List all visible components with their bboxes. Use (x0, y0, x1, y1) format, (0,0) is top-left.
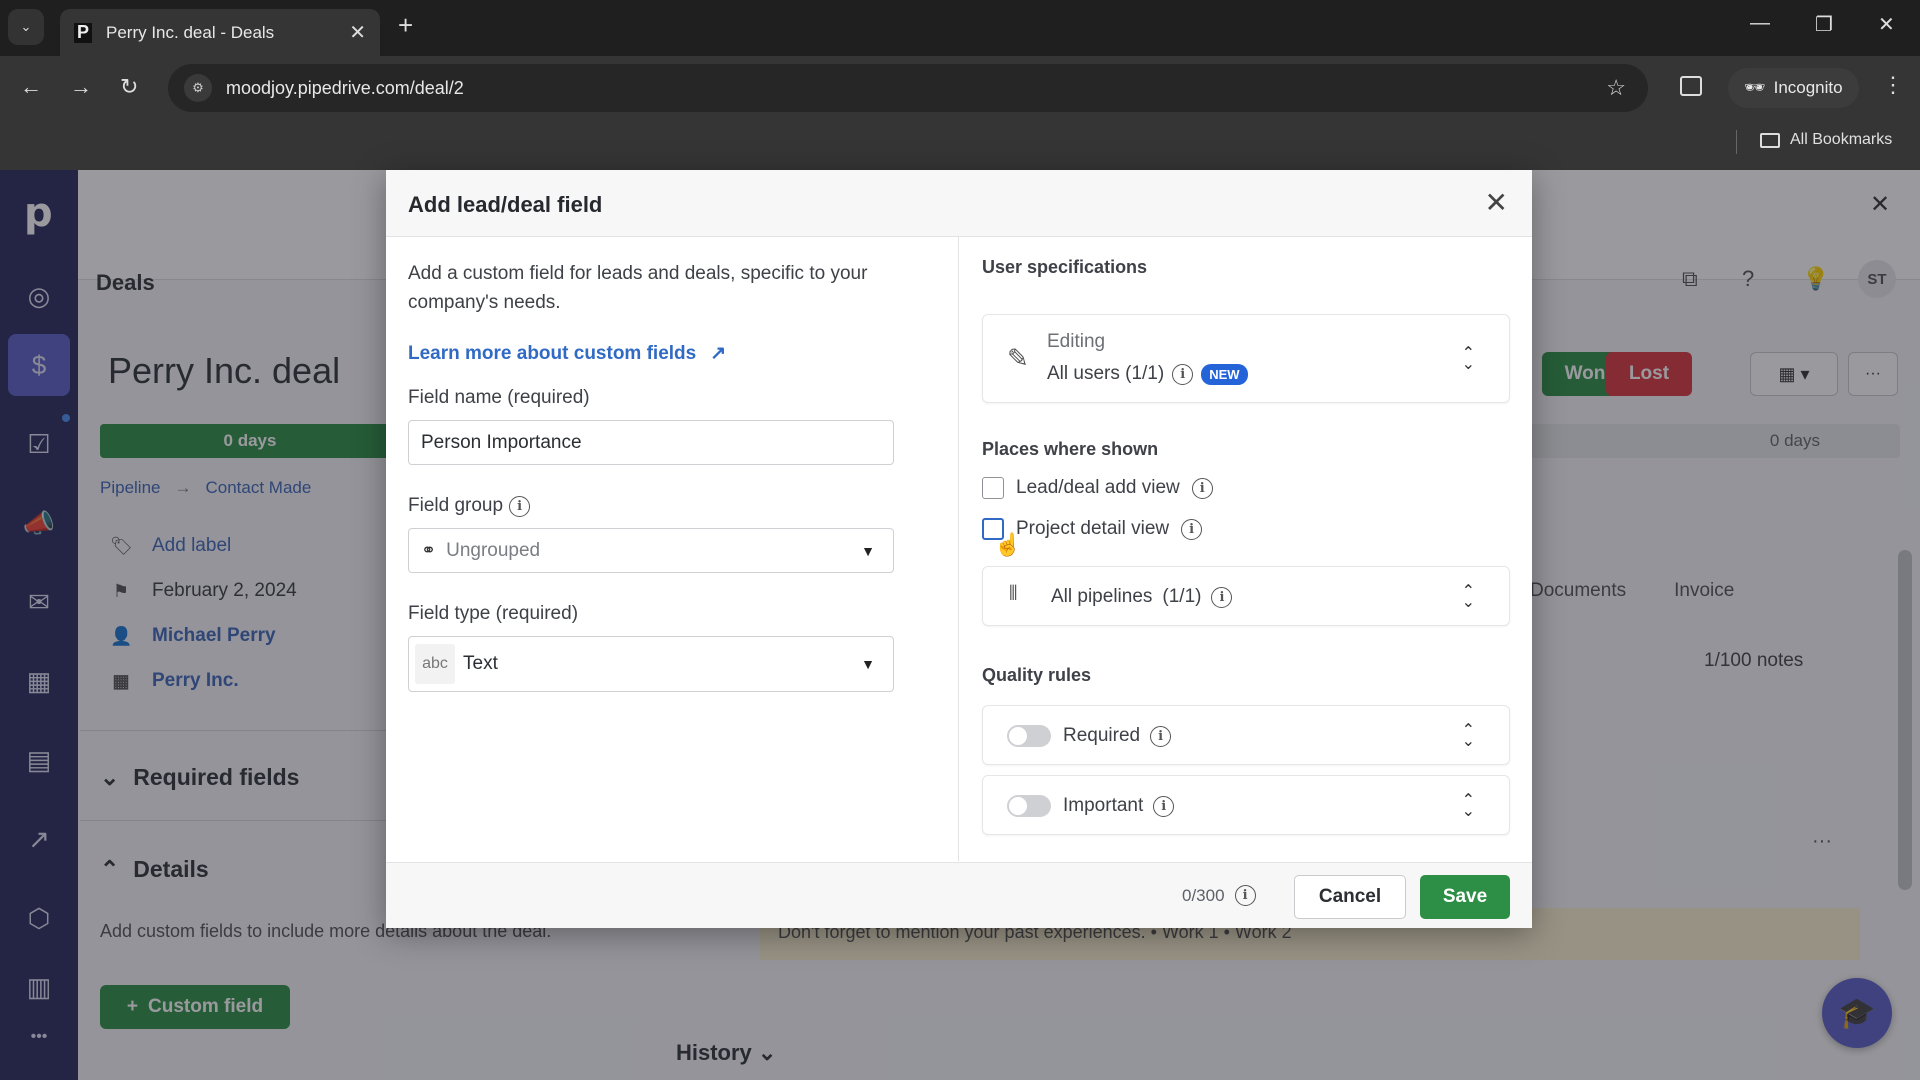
editing-value: All users (1/1) (1047, 363, 1165, 384)
browser-menu-icon[interactable]: ⋮ (1882, 72, 1904, 98)
important-toggle[interactable] (1007, 795, 1051, 817)
modal-title: Add lead/deal field (408, 192, 603, 217)
expand-collapse-icon[interactable]: ⌃ ⌄ (1462, 345, 1475, 372)
rule-row: Important i (1063, 795, 1175, 817)
rule-label: Important (1063, 795, 1144, 816)
bookmarks-bar (0, 118, 1920, 170)
field-name-value: Person Importance (421, 431, 582, 453)
new-badge: NEW (1201, 363, 1248, 385)
forward-icon[interactable]: → (70, 74, 92, 100)
incognito-icon: 🕶 (1744, 78, 1766, 97)
field-type-select[interactable]: abc Text ▼ (408, 636, 894, 692)
expand-collapse-icon[interactable]: ⌃ ⌄ (1462, 792, 1475, 819)
user-specifications-heading: User specifications (982, 257, 1148, 277)
rule-label: Required (1063, 725, 1141, 746)
browser-tabstrip: ⌄ P Perry Inc. deal - Deals ✕ + — ❐ ✕ (0, 0, 1920, 56)
pipeline-icon: ⫴ (1009, 583, 1018, 605)
field-group-label: Field group i (408, 495, 531, 517)
pipelines-count: (1/1) (1162, 586, 1202, 607)
pencil-icon: ✎ (1007, 343, 1029, 373)
field-type-label: Field type (required) (408, 603, 578, 625)
pipelines-row: All pipelines (1/1) i (1051, 586, 1233, 608)
learn-more-link[interactable]: Learn more about custom fields ↗ (408, 342, 726, 365)
counter-value: 0/300 (1182, 885, 1225, 905)
folder-icon (1760, 132, 1780, 148)
field-group-select[interactable]: ⚭ Ungrouped ▼ (408, 528, 894, 573)
rule-required-card[interactable]: Required i ⌃ ⌄ (982, 705, 1510, 765)
save-button[interactable]: Save (1420, 875, 1510, 919)
field-type-value: Text (463, 653, 498, 674)
field-group-label-text: Field group (408, 495, 504, 516)
modal-header: Add lead/deal field ✕ (386, 170, 1532, 237)
rule-row: Required i (1063, 725, 1172, 747)
window-close-icon[interactable]: ✕ (1878, 12, 1895, 37)
side-panel-icon[interactable] (1680, 76, 1702, 96)
site-settings-icon[interactable]: ⚙ (184, 74, 212, 102)
rule-important-card[interactable]: Important i ⌃ ⌄ (982, 775, 1510, 835)
minimize-icon[interactable]: — (1750, 12, 1770, 35)
bookmarks-divider (1736, 130, 1737, 154)
info-icon[interactable]: i (1191, 477, 1213, 499)
field-group-value: Ungrouped (446, 539, 541, 561)
text-type-icon: abc (415, 644, 455, 684)
info-icon[interactable]: i (1211, 586, 1233, 608)
tab-search-button[interactable]: ⌄ (8, 9, 44, 45)
place-option-project-detail-view[interactable]: Project detail view i ☝ (982, 518, 1203, 557)
info-icon[interactable]: i (509, 495, 531, 517)
info-icon[interactable]: i (1150, 725, 1172, 747)
cancel-button[interactable]: Cancel (1294, 875, 1406, 919)
checkbox[interactable] (982, 477, 1004, 499)
close-icon[interactable]: ✕ (1485, 186, 1508, 219)
editing-label: Editing (1047, 331, 1106, 352)
info-icon[interactable]: i (1172, 363, 1194, 385)
incognito-label: Incognito (1773, 78, 1843, 97)
quality-rules-heading: Quality rules (982, 665, 1092, 685)
place-option-lead-deal-add-view[interactable]: Lead/deal add view i (982, 477, 1213, 499)
caret-down-icon: ▼ (861, 542, 875, 559)
tab-title: Perry Inc. deal - Deals (106, 22, 275, 42)
expand-collapse-icon[interactable]: ⌃ ⌄ (1462, 583, 1475, 610)
place-label: Lead/deal add view (1016, 477, 1180, 498)
pipelines-label: All pipelines (1051, 586, 1153, 607)
field-type-label-text: Field type (required) (408, 603, 579, 624)
field-name-input[interactable]: Person Importance (408, 420, 894, 465)
character-counter: 0/300 i (1182, 885, 1256, 906)
field-name-label: Field name (required) (408, 387, 590, 409)
modal-footer: 0/300 i Cancel Save (386, 862, 1532, 928)
all-bookmarks-button[interactable]: All Bookmarks (1760, 131, 1892, 149)
close-tab-icon[interactable]: ✕ (349, 20, 366, 45)
required-toggle[interactable] (1007, 725, 1051, 747)
add-field-modal: Add lead/deal field ✕ Add a custom field… (386, 170, 1532, 928)
bookmark-star-icon[interactable]: ☆ (1606, 75, 1626, 101)
field-name-label-text: Field name (required) (408, 387, 590, 408)
place-label: Project detail view (1016, 518, 1170, 539)
browser-tab[interactable]: P Perry Inc. deal - Deals ✕ (60, 9, 380, 56)
info-icon[interactable]: i (1181, 518, 1203, 540)
reload-icon[interactable]: ↻ (120, 74, 138, 100)
incognito-indicator[interactable]: 🕶 Incognito (1728, 68, 1859, 108)
all-bookmarks-label: All Bookmarks (1790, 131, 1893, 148)
group-rings-icon: ⚭ (421, 540, 437, 560)
info-icon[interactable]: i (1153, 795, 1175, 817)
editing-permissions-card[interactable]: ✎ Editing All users (1/1) i NEW ⌃ ⌄ (982, 314, 1510, 403)
info-icon[interactable]: i (1234, 885, 1256, 906)
places-heading: Places where shown (982, 439, 1159, 459)
modal-intro: Add a custom field for leads and deals, … (408, 263, 868, 313)
external-link-icon: ↗ (710, 343, 727, 364)
expand-collapse-icon[interactable]: ⌃ ⌄ (1462, 722, 1475, 749)
learn-more-label: Learn more about custom fields (408, 342, 697, 364)
pipelines-card[interactable]: ⫴ All pipelines (1/1) i ⌃ ⌄ (982, 566, 1510, 626)
hand-cursor-icon: ☝ (994, 532, 1022, 557)
column-divider (958, 237, 959, 861)
url-text[interactable]: moodjoy.pipedrive.com/deal/2 (226, 78, 464, 99)
caret-down-icon: ▼ (861, 656, 875, 672)
pipedrive-favicon-icon: P (74, 22, 92, 43)
editing-value-row: All users (1/1) i NEW (1047, 363, 1248, 385)
address-bar[interactable]: ⚙ moodjoy.pipedrive.com/deal/2 ☆ (168, 64, 1648, 112)
restore-icon[interactable]: ❐ (1815, 12, 1833, 37)
back-icon[interactable]: ← (20, 74, 42, 100)
new-tab-button[interactable]: + (398, 10, 413, 41)
